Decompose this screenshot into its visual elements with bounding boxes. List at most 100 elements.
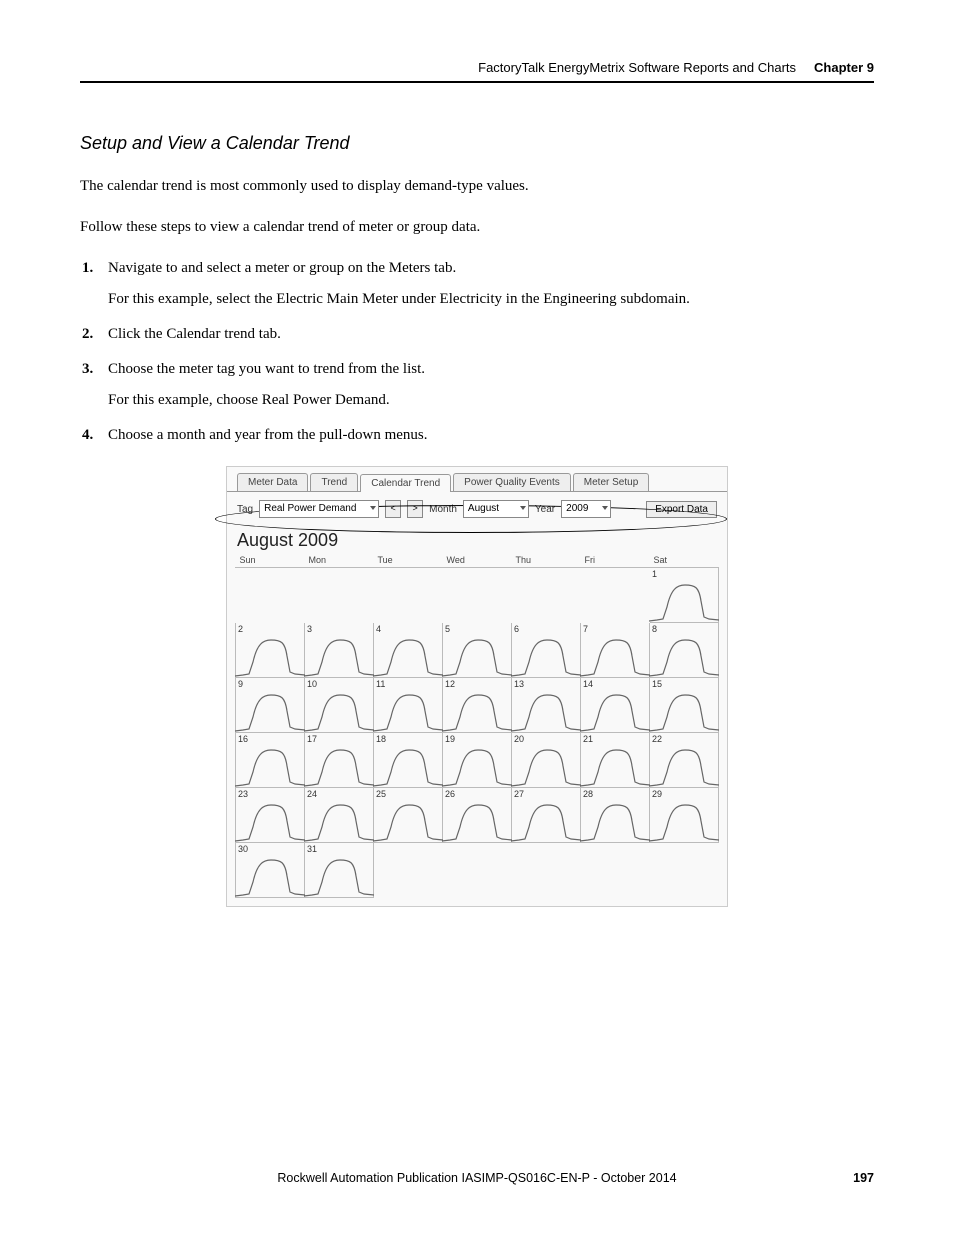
calendar-cell: 23 — [236, 788, 305, 843]
tab-trend[interactable]: Trend — [310, 473, 358, 491]
year-label: Year — [535, 504, 555, 515]
calendar-cell: 20 — [512, 733, 581, 788]
calendar-cell: 14 — [581, 678, 650, 733]
tab-meter-setup[interactable]: Meter Setup — [573, 473, 649, 491]
demand-spark-icon — [235, 742, 305, 788]
calendar-cell-empty — [374, 843, 443, 898]
tab-calendar-trend[interactable]: Calendar Trend — [360, 474, 451, 492]
calendar-cell: 9 — [236, 678, 305, 733]
calendar-cell: 8 — [650, 623, 719, 678]
footer: Rockwell Automation Publication IASIMP-Q… — [80, 1171, 874, 1185]
calendar-cell: 19 — [443, 733, 512, 788]
weekday: Wed — [443, 553, 512, 568]
calendar-cell-empty — [236, 568, 305, 623]
calendar-cell: 2 — [236, 623, 305, 678]
weekday-row: Sun Mon Tue Wed Thu Fri Sat — [236, 553, 719, 568]
demand-spark-icon — [511, 742, 581, 788]
running-header: FactoryTalk EnergyMetrix Software Report… — [80, 60, 874, 83]
demand-spark-icon — [511, 797, 581, 843]
calendar-cell-empty — [581, 843, 650, 898]
demand-spark-icon — [373, 632, 443, 678]
calendar-cell: 6 — [512, 623, 581, 678]
step-text: Click the Calendar trend tab. — [108, 326, 281, 342]
year-select[interactable]: 2009 — [561, 500, 611, 518]
step-text: Choose a month and year from the pull-do… — [108, 427, 428, 443]
screenshot-calendar-trend: Meter Data Trend Calendar Trend Power Qu… — [226, 466, 728, 907]
tab-meter-data[interactable]: Meter Data — [237, 473, 308, 491]
page: FactoryTalk EnergyMetrix Software Report… — [0, 0, 954, 1235]
calendar-cell-empty — [650, 843, 719, 898]
page-number: 197 — [824, 1171, 874, 1185]
calendar-cell: 26 — [443, 788, 512, 843]
calendar-cell: 18 — [374, 733, 443, 788]
calendar-cell-empty — [581, 568, 650, 623]
month-select[interactable]: August — [463, 500, 529, 518]
export-data-button[interactable]: Export Data — [646, 501, 717, 518]
calendar-cell-empty — [374, 568, 443, 623]
calendar-cell: 27 — [512, 788, 581, 843]
weekday: Sat — [650, 553, 719, 568]
section-title: Setup and View a Calendar Trend — [80, 133, 874, 154]
demand-spark-icon — [373, 797, 443, 843]
demand-spark-icon — [511, 687, 581, 733]
weekday: Tue — [374, 553, 443, 568]
demand-spark-icon — [442, 742, 512, 788]
calendar-cell: 24 — [305, 788, 374, 843]
calendar-cell: 5 — [443, 623, 512, 678]
tag-label: Tag — [237, 504, 253, 515]
demand-spark-icon — [649, 687, 719, 733]
calendar-cell-empty — [443, 568, 512, 623]
demand-spark-icon — [649, 742, 719, 788]
calendar-cell-empty — [512, 568, 581, 623]
steps-list: Navigate to and select a meter or group … — [80, 258, 874, 446]
demand-spark-icon — [580, 632, 650, 678]
calendar-cell: 17 — [305, 733, 374, 788]
calendar-cell: 10 — [305, 678, 374, 733]
demand-spark-icon — [649, 632, 719, 678]
weekday: Mon — [305, 553, 374, 568]
demand-spark-icon — [304, 687, 374, 733]
step-2: Click the Calendar trend tab. — [108, 324, 874, 345]
calendar-cell: 22 — [650, 733, 719, 788]
month-title: August 2009 — [227, 526, 727, 553]
demand-spark-icon — [580, 797, 650, 843]
publication-id: Rockwell Automation Publication IASIMP-Q… — [130, 1171, 824, 1185]
demand-spark-icon — [235, 632, 305, 678]
demand-spark-icon — [235, 687, 305, 733]
doc-title: FactoryTalk EnergyMetrix Software Report… — [478, 60, 796, 75]
calendar-row: 16171819202122 — [236, 733, 719, 788]
intro-paragraph-2: Follow these steps to view a calendar tr… — [80, 217, 874, 238]
calendar-cell-empty — [443, 843, 512, 898]
step-text: Navigate to and select a meter or group … — [108, 260, 456, 276]
weekday: Sun — [236, 553, 305, 568]
footer-spacer — [80, 1171, 130, 1185]
step-3: Choose the meter tag you want to trend f… — [108, 359, 874, 411]
demand-spark-icon — [442, 632, 512, 678]
calendar-cell: 29 — [650, 788, 719, 843]
calendar-cell: 7 — [581, 623, 650, 678]
tag-select[interactable]: Real Power Demand — [259, 500, 379, 518]
calendar-cell: 31 — [305, 843, 374, 898]
demand-spark-icon — [304, 632, 374, 678]
next-button[interactable]: > — [407, 500, 423, 518]
demand-spark-icon — [373, 742, 443, 788]
demand-spark-icon — [304, 742, 374, 788]
demand-spark-icon — [511, 632, 581, 678]
calendar-cell-empty — [305, 568, 374, 623]
tab-power-quality-events[interactable]: Power Quality Events — [453, 473, 571, 491]
calendar-cell: 12 — [443, 678, 512, 733]
calendar-cell: 16 — [236, 733, 305, 788]
demand-spark-icon — [580, 742, 650, 788]
demand-spark-icon — [235, 797, 305, 843]
prev-button[interactable]: < — [385, 500, 401, 518]
demand-spark-icon — [442, 797, 512, 843]
calendar-grid: Sun Mon Tue Wed Thu Fri Sat 123456789101… — [235, 553, 719, 898]
demand-spark-icon — [649, 797, 719, 843]
tab-strip: Meter Data Trend Calendar Trend Power Qu… — [227, 467, 727, 491]
calendar-cell: 1 — [650, 568, 719, 623]
demand-spark-icon — [304, 852, 374, 898]
month-label: Month — [429, 504, 457, 515]
step-4: Choose a month and year from the pull-do… — [108, 425, 874, 446]
calendar-cell: 4 — [374, 623, 443, 678]
calendar-row: 3031 — [236, 843, 719, 898]
